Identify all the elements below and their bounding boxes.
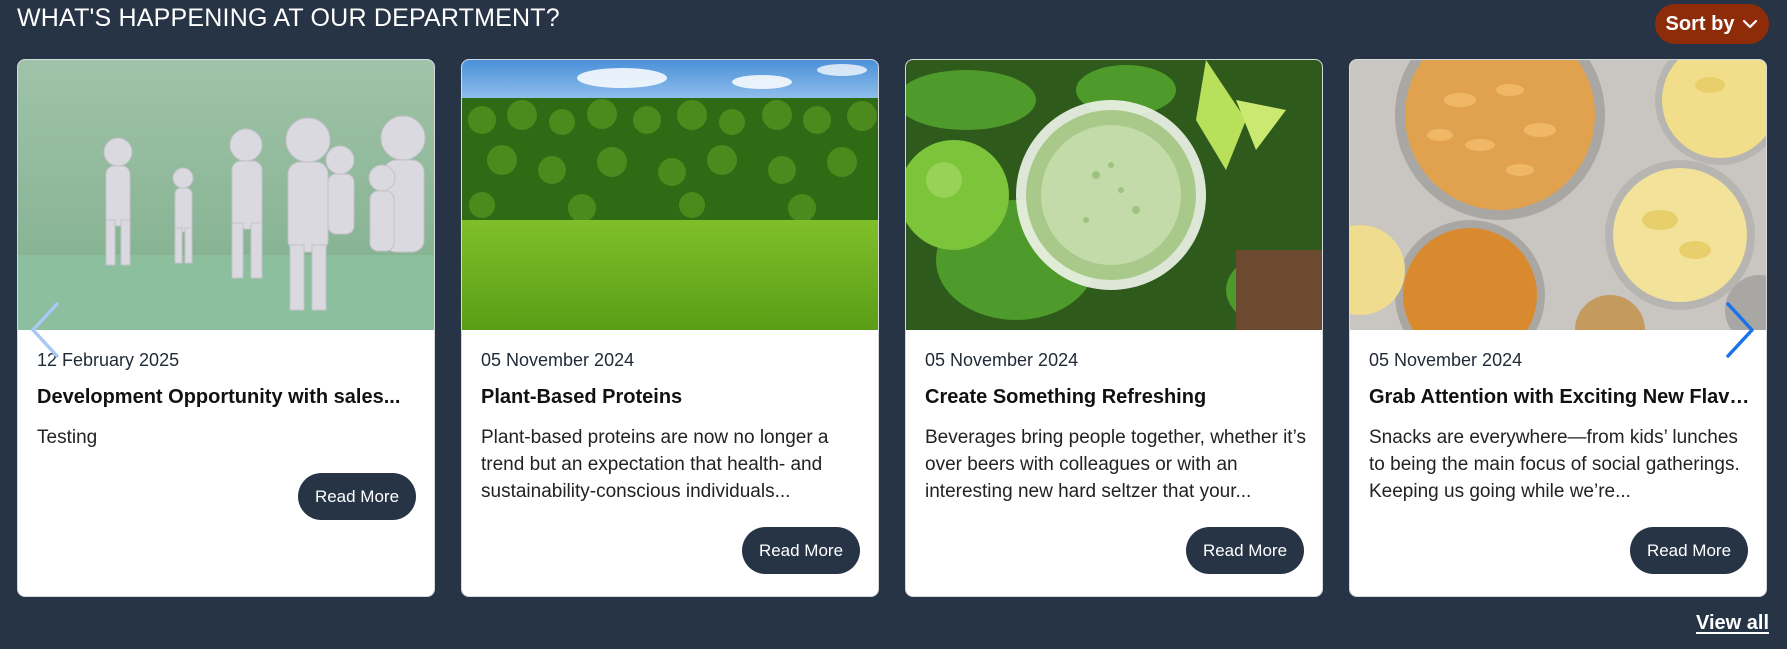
card-excerpt: Plant-based proteins are now no longer a… <box>481 427 829 502</box>
read-more-button[interactable]: Read More <box>742 527 860 574</box>
news-card[interactable]: 12 February 2025 Development Opportunity… <box>17 59 435 597</box>
news-card[interactable]: 05 November 2024 Create Something Refres… <box>905 59 1323 597</box>
card-excerpt: Beverages bring people together, whether… <box>925 427 1306 502</box>
people-figures-image <box>18 60 434 330</box>
carousel-prev-button[interactable] <box>29 300 61 360</box>
card-title[interactable]: Development Opportunity with sales... <box>37 386 427 409</box>
sort-by-label: Sort by <box>1665 12 1735 35</box>
card-date: 05 November 2024 <box>1369 350 1523 370</box>
chevron-left-icon <box>29 300 61 360</box>
chevron-down-icon <box>1742 16 1758 32</box>
green-juice-image <box>906 60 1322 330</box>
section-title: WHAT'S HAPPENING AT OUR DEPARTMENT? <box>17 4 560 32</box>
read-more-button[interactable]: Read More <box>1630 527 1748 574</box>
snacks-bowls-image <box>1350 60 1766 330</box>
card-date: 05 November 2024 <box>925 350 1079 370</box>
news-card[interactable]: 05 November 2024 Plant-Based Proteins Pl… <box>461 59 879 597</box>
carousel-next-button[interactable] <box>1724 300 1756 360</box>
news-card[interactable]: 05 November 2024 Grab Attention with Exc… <box>1349 59 1767 597</box>
card-title[interactable]: Grab Attention with Exciting New Flavors <box>1369 386 1759 409</box>
card-title[interactable]: Plant-Based Proteins <box>481 386 871 409</box>
sort-by-button[interactable]: Sort by <box>1655 4 1769 44</box>
hedge-lawn-image <box>462 60 878 330</box>
read-more-button[interactable]: Read More <box>298 473 416 520</box>
chevron-right-icon <box>1724 300 1756 360</box>
card-date: 05 November 2024 <box>481 350 635 370</box>
card-excerpt: Snacks are everywhere—from kids’ lunches… <box>1369 427 1740 502</box>
card-title[interactable]: Create Something Refreshing <box>925 386 1315 409</box>
section-header: WHAT'S HAPPENING AT OUR DEPARTMENT? Sort… <box>0 0 1787 50</box>
card-excerpt: Testing <box>37 427 98 448</box>
read-more-button[interactable]: Read More <box>1186 527 1304 574</box>
view-all-link[interactable]: View all <box>1696 612 1769 635</box>
